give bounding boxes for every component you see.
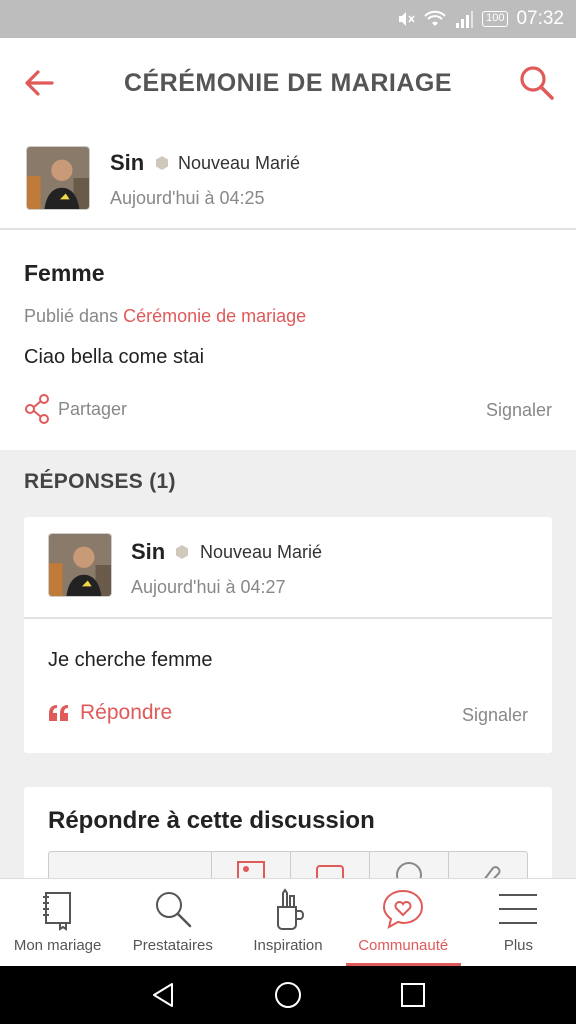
insert-image-button[interactable] [211, 852, 290, 878]
video-icon [316, 865, 344, 878]
search-icon [155, 892, 192, 928]
insert-video-button[interactable] [290, 852, 369, 878]
post-time: Aujourd'hui à 04:25 [110, 188, 265, 208]
reply-form: Répondre à cette discussion [24, 787, 552, 878]
category-link[interactable]: Cérémonie de mariage [123, 306, 306, 326]
author-name[interactable]: Sin [110, 150, 144, 176]
pencil-cup-icon [277, 888, 305, 930]
notebook-icon [42, 892, 71, 931]
hexagon-badge-icon [156, 156, 168, 170]
responses-heading: RÉPONSES (1) [24, 470, 176, 493]
image-icon [237, 861, 265, 878]
share-icon [25, 394, 49, 424]
home-circle-icon[interactable] [273, 980, 303, 1010]
post-text: Ciao bella come stai [24, 346, 205, 368]
post-title: Femme [24, 260, 105, 286]
avatar[interactable] [48, 533, 112, 597]
system-navigation-bar [0, 966, 576, 1024]
author-role: Nouveau Marié [200, 542, 323, 562]
nav-mon-mariage[interactable]: Mon mariage [0, 879, 115, 966]
share-button[interactable]: Partager [24, 394, 127, 424]
chat-heart-icon [383, 889, 424, 929]
author-role: Nouveau Marié [178, 153, 301, 173]
reply-author: Sin Nouveau Marié Aujourd'hui à 04:27 [24, 517, 552, 619]
signal-icon [454, 9, 474, 29]
reply-button[interactable]: Répondre [48, 701, 172, 725]
clock: 07:32 [516, 8, 564, 29]
bottom-navigation: Mon mariage Prestataires Inspiration Com… [0, 878, 576, 966]
post-author: Sin Nouveau Marié Aujourd'hui à 04:25 [0, 128, 576, 230]
status-bar: 100 07:32 [0, 0, 576, 38]
attach-icon [484, 866, 501, 878]
report-button[interactable]: Signaler [462, 705, 528, 726]
insert-emoji-button[interactable] [369, 852, 448, 878]
app-bar: CÉRÉMONIE DE MARIAGE [0, 38, 576, 128]
published-prefix: Publié dans [24, 306, 119, 326]
nav-inspiration[interactable]: Inspiration [230, 879, 345, 966]
menu-icon [499, 894, 538, 924]
quote-icon [49, 705, 68, 721]
report-button[interactable]: Signaler [486, 400, 552, 421]
nav-prestataires[interactable]: Prestataires [115, 879, 230, 966]
published-in: Publié dans Cérémonie de mariage [24, 306, 306, 327]
nav-communaute[interactable]: Communauté [345, 879, 462, 966]
mute-icon [396, 9, 416, 29]
reply-form-title: Répondre à cette discussion [48, 807, 375, 834]
nav-plus[interactable]: Plus [461, 879, 576, 966]
attach-button[interactable] [448, 852, 527, 878]
emoji-icon [396, 862, 422, 878]
reply-text: Je cherche femme [48, 649, 213, 671]
reply-time: Aujourd'hui à 04:27 [131, 577, 286, 597]
author-name[interactable]: Sin [131, 539, 165, 565]
share-label: Partager [58, 398, 128, 419]
avatar[interactable] [26, 146, 90, 210]
nav-label: Plus [503, 937, 533, 954]
content-scroll[interactable]: Sin Nouveau Marié Aujourd'hui à 04:25 Fe… [0, 128, 576, 878]
battery-indicator: 100 [482, 11, 509, 27]
hexagon-badge-icon [176, 545, 188, 559]
nav-label: Mon mariage [13, 937, 102, 954]
reply-label: Répondre [80, 701, 173, 724]
nav-label: Inspiration [253, 937, 323, 954]
page-title: CÉRÉMONIE DE MARIAGE [123, 68, 453, 97]
post-body: Femme Publié dans Cérémonie de mariage C… [0, 230, 576, 450]
nav-label: Communauté [358, 937, 449, 954]
nav-label: Prestataires [132, 937, 213, 954]
back-arrow-icon[interactable] [22, 66, 56, 100]
wifi-icon [424, 9, 446, 29]
editor-toolbar [48, 851, 528, 878]
search-icon[interactable] [518, 64, 556, 102]
back-triangle-icon[interactable] [148, 980, 178, 1010]
recents-square-icon[interactable] [398, 980, 428, 1010]
reply-card: Sin Nouveau Marié Aujourd'hui à 04:27 Je… [24, 517, 552, 753]
